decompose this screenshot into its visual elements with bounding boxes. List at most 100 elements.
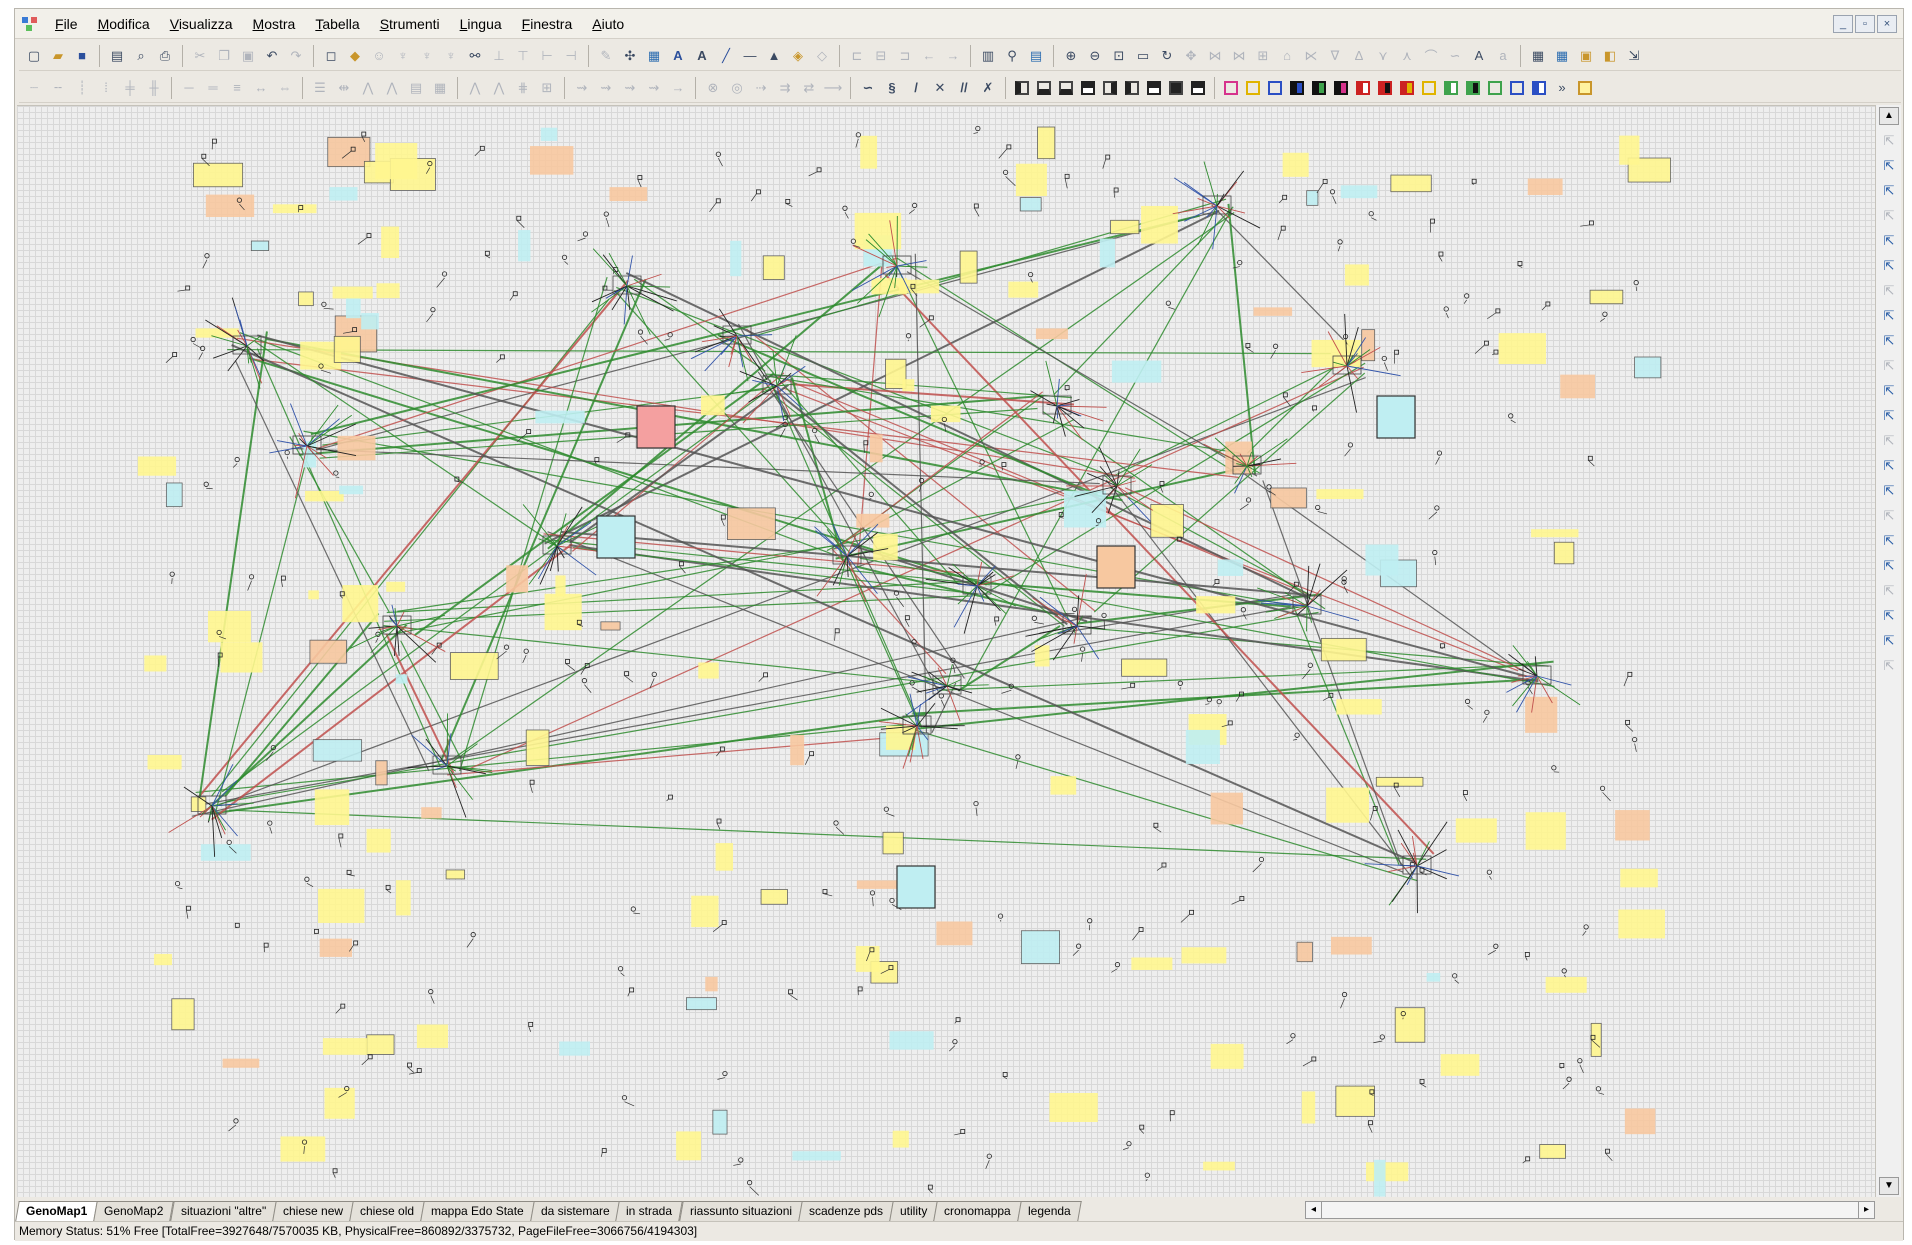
emotional-cross-icon[interactable]: ⇝: [643, 77, 665, 99]
side-tool-icon[interactable]: ⇱: [1880, 533, 1898, 551]
sheet-tab[interactable]: chiese new: [272, 1201, 354, 1221]
red-box-icon[interactable]: [1353, 78, 1373, 98]
horizontal-scrollbar[interactable]: ◂ ▸: [1305, 1201, 1875, 1219]
family-add-icon[interactable]: ♆: [416, 45, 438, 67]
sheet-tab[interactable]: mappa Edo State: [420, 1201, 535, 1221]
emotional-arrow-icon[interactable]: ⇝: [619, 77, 641, 99]
sheet-tab[interactable]: GenoMap1: [15, 1201, 99, 1221]
print-icon[interactable]: ⎙: [154, 45, 176, 67]
scroll-up-icon[interactable]: ▲: [1879, 107, 1899, 125]
paste-icon[interactable]: ▣: [237, 45, 259, 67]
redo-icon[interactable]: ↷: [285, 45, 307, 67]
slash-icon[interactable]: /: [905, 77, 927, 99]
box-half-icon[interactable]: [1188, 78, 1208, 98]
merge-icon[interactable]: ⋎: [1372, 45, 1394, 67]
double-line-icon[interactable]: ═: [202, 77, 224, 99]
new-document-icon[interactable]: ▢: [23, 45, 45, 67]
double-wave-icon[interactable]: ⋀: [488, 77, 510, 99]
double-arrow-icon[interactable]: ⇔: [274, 77, 296, 99]
report-icon[interactable]: ▤: [1025, 45, 1047, 67]
house-icon[interactable]: ⌂: [1276, 45, 1298, 67]
blue-outline-box-icon[interactable]: [1507, 78, 1527, 98]
text-box-icon[interactable]: A: [667, 45, 689, 67]
dashed-line-icon[interactable]: ╌: [47, 77, 69, 99]
pink-box-icon[interactable]: [1221, 78, 1241, 98]
menu-file[interactable]: File: [45, 16, 88, 32]
side-tool-icon[interactable]: ⇱: [1880, 358, 1898, 376]
side-tool-icon[interactable]: ⇱: [1880, 483, 1898, 501]
font-icon[interactable]: A: [691, 45, 713, 67]
tree-expand-icon[interactable]: ⊣: [560, 45, 582, 67]
menu-visualizza[interactable]: Visualizza: [160, 16, 243, 32]
note-icon[interactable]: ▣: [1575, 45, 1597, 67]
menu-mostra[interactable]: Mostra: [243, 16, 306, 32]
line-color-icon[interactable]: ╱: [715, 45, 737, 67]
distribute-v-icon[interactable]: ⋈: [1228, 45, 1250, 67]
dotted-line-icon[interactable]: ┈: [23, 77, 45, 99]
layout-up-icon[interactable]: ∆: [1348, 45, 1370, 67]
table-icon[interactable]: ▥: [977, 45, 999, 67]
double-slash-icon[interactable]: //: [953, 77, 975, 99]
side-tool-icon[interactable]: ⇱: [1880, 333, 1898, 351]
box-quarter-icon[interactable]: [1144, 78, 1164, 98]
save-icon[interactable]: ■: [71, 45, 93, 67]
arrow-head-icon[interactable]: ▲: [763, 45, 785, 67]
minimize-button[interactable]: _: [1833, 15, 1853, 33]
copy-icon[interactable]: ❐: [213, 45, 235, 67]
flow-back-icon[interactable]: ⇄: [798, 77, 820, 99]
arrow-line-icon[interactable]: ↔: [250, 77, 272, 99]
side-tool-icon[interactable]: ⇱: [1880, 658, 1898, 676]
yellow-outline-box-icon[interactable]: [1419, 78, 1439, 98]
family-icon[interactable]: ♆: [392, 45, 414, 67]
side-tool-icon[interactable]: ⇱: [1880, 458, 1898, 476]
cross-line-icon[interactable]: ╫: [143, 77, 165, 99]
sheet-tab[interactable]: in strada: [615, 1201, 684, 1221]
person-add-icon[interactable]: ☺: [368, 45, 390, 67]
menu-lingua[interactable]: Lingua: [450, 16, 512, 32]
page-setup-icon[interactable]: ▤: [106, 45, 128, 67]
blue-box-icon[interactable]: [1265, 78, 1285, 98]
box-left-icon[interactable]: [1012, 78, 1032, 98]
black-green-box-icon[interactable]: [1309, 78, 1329, 98]
side-tool-icon[interactable]: ⇱: [1880, 558, 1898, 576]
align-right-icon[interactable]: ⊐: [894, 45, 916, 67]
solid-line-icon[interactable]: ─: [178, 77, 200, 99]
fill-color-icon[interactable]: ◈: [787, 45, 809, 67]
blue-half-box-icon[interactable]: [1529, 78, 1549, 98]
hatched-line-icon[interactable]: ⋕: [512, 77, 534, 99]
box-full-icon[interactable]: [1166, 78, 1186, 98]
scroll-right-icon[interactable]: ▸: [1858, 1202, 1874, 1218]
undo-icon[interactable]: ↶: [261, 45, 283, 67]
emotional-double-icon[interactable]: ⇝: [595, 77, 617, 99]
tree-up-icon[interactable]: ⊥: [488, 45, 510, 67]
font-size-up-icon[interactable]: A: [1468, 45, 1490, 67]
split-icon[interactable]: ⋏: [1396, 45, 1418, 67]
menu-line-icon[interactable]: ☰: [309, 77, 331, 99]
red-yellow-box-icon[interactable]: [1397, 78, 1417, 98]
curve-link-2-icon[interactable]: §: [881, 77, 903, 99]
menu-aiuto[interactable]: Aiuto: [582, 16, 634, 32]
triple-line-icon[interactable]: ≡: [226, 77, 248, 99]
tree-branch-icon[interactable]: ⊢: [536, 45, 558, 67]
wave-line-icon[interactable]: ⋀: [464, 77, 486, 99]
link-pattern-icon[interactable]: ⇹: [333, 77, 355, 99]
block-icon[interactable]: ▦: [429, 77, 451, 99]
relationship-icon[interactable]: ⚯: [464, 45, 486, 67]
ring-icon[interactable]: ◎: [726, 77, 748, 99]
black-blue-box-icon[interactable]: [1287, 78, 1307, 98]
distribute-h-icon[interactable]: ⋈: [1204, 45, 1226, 67]
side-tool-icon[interactable]: ⇱: [1880, 433, 1898, 451]
family-link-icon[interactable]: ♆: [440, 45, 462, 67]
side-tool-icon[interactable]: ⇱: [1880, 308, 1898, 326]
emotional-line-icon[interactable]: ⇝: [571, 77, 593, 99]
menu-tabella[interactable]: Tabella: [305, 16, 369, 32]
pen-icon[interactable]: ✎: [595, 45, 617, 67]
grid-icon[interactable]: ▦: [1527, 45, 1549, 67]
side-tool-icon[interactable]: ⇱: [1880, 258, 1898, 276]
layout-icon[interactable]: ⋉: [1300, 45, 1322, 67]
move-icon[interactable]: ✥: [1180, 45, 1202, 67]
side-tool-icon[interactable]: ⇱: [1880, 208, 1898, 226]
box-top-icon[interactable]: [1078, 78, 1098, 98]
grid-line-icon[interactable]: ⊞: [536, 77, 558, 99]
menu-finestra[interactable]: Finestra: [512, 16, 583, 32]
